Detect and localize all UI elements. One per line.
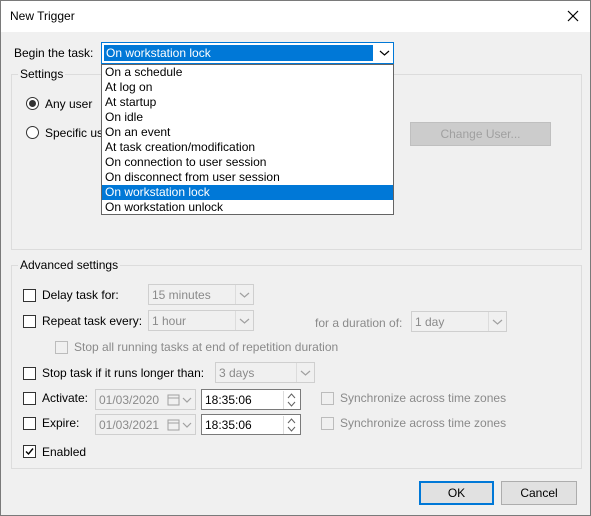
specific-user-radio[interactable] [26,126,39,139]
dropdown-option[interactable]: On disconnect from user session [102,170,393,185]
chevron-down-icon [296,363,311,382]
expire-sync-label: Synchronize across time zones [340,416,507,430]
enabled-checkbox[interactable] [23,445,36,458]
close-icon[interactable] [564,7,582,25]
dropdown-option[interactable]: At startup [102,95,393,110]
expire-date-value: 01/03/2021 [99,418,160,432]
duration-value: 1 day [415,315,445,329]
begin-task-selected-value: On workstation lock [104,45,373,61]
window-title: New Trigger [10,9,75,23]
dropdown-option[interactable]: On connection to user session [102,155,393,170]
dropdown-option[interactable]: On workstation lock [102,185,393,200]
new-trigger-dialog: New Trigger Begin the task: On workstati… [0,0,591,516]
activate-date-picker[interactable]: 01/03/2020 [95,389,196,410]
dropdown-option[interactable]: At log on [102,80,393,95]
advanced-settings-label: Advanced settings [18,258,121,272]
delay-task-select[interactable]: 15 minutes [148,284,254,305]
repeat-task-label: Repeat task every: [42,314,143,328]
dropdown-option[interactable]: On workstation unlock [102,200,393,215]
activate-label: Activate: [42,391,89,405]
any-user-label: Any user [45,97,93,111]
stop-longer-value: 3 days [219,366,255,380]
dropdown-option[interactable]: On idle [102,110,393,125]
dropdown-option[interactable]: At task creation/modification [102,140,393,155]
chevron-down-icon [182,422,192,428]
activate-sync-label: Synchronize across time zones [340,391,507,405]
repeat-task-select[interactable]: 1 hour [148,310,254,331]
chevron-down-icon [235,311,250,330]
expire-date-picker[interactable]: 01/03/2021 [95,414,196,435]
ok-button[interactable]: OK [419,481,494,505]
calendar-icon [167,394,180,406]
expire-sync-checkbox[interactable] [321,417,334,430]
settings-group-label: Settings [18,67,66,81]
calendar-icon [167,419,180,431]
delay-task-value: 15 minutes [152,288,211,302]
any-user-radio[interactable] [26,97,39,110]
chevron-down-icon [488,312,503,331]
activate-sync-checkbox[interactable] [321,392,334,405]
change-user-button[interactable]: Change User... [410,122,551,146]
begin-task-label: Begin the task: [14,46,94,60]
chevron-down-icon [379,50,390,56]
activate-time-value: 18:35:06 [205,393,252,407]
stop-all-tasks-label: Stop all running tasks at end of repetit… [74,340,339,354]
repeat-task-checkbox[interactable] [23,315,36,328]
activate-date-value: 01/03/2020 [99,393,160,407]
duration-select[interactable]: 1 day [411,311,507,332]
stop-longer-checkbox[interactable] [23,367,36,380]
ok-button-label: OK [447,486,466,500]
stop-all-tasks-checkbox[interactable] [55,341,68,354]
spinner-icon[interactable] [283,391,299,409]
checkmark-icon [25,448,34,456]
duration-label: for a duration of: [315,316,403,330]
title-bar: New Trigger [1,1,590,32]
cancel-button[interactable]: Cancel [501,481,577,505]
stop-longer-label: Stop task if it runs longer than: [42,366,205,380]
spinner-icon[interactable] [283,416,299,434]
expire-time-field[interactable]: 18:35:06 [201,414,301,435]
specific-user-label: Specific us [45,126,104,140]
dropdown-option[interactable]: On an event [102,125,393,140]
dropdown-option[interactable]: On a schedule [102,65,393,80]
expire-checkbox[interactable] [23,417,36,430]
delay-task-label: Delay task for: [42,288,119,302]
stop-longer-select[interactable]: 3 days [215,362,315,383]
delay-task-checkbox[interactable] [23,289,36,302]
change-user-button-label: Change User... [440,127,521,141]
chevron-down-icon [235,285,250,304]
cancel-button-label: Cancel [520,486,558,500]
chevron-down-icon [182,397,192,403]
activate-checkbox[interactable] [23,392,36,405]
repeat-task-value: 1 hour [152,314,187,328]
begin-task-select[interactable]: On workstation lock [101,42,394,64]
enabled-label: Enabled [42,445,87,459]
radio-selected-dot [29,100,36,107]
expire-time-value: 18:35:06 [205,418,252,432]
expire-label: Expire: [42,416,80,430]
activate-time-field[interactable]: 18:35:06 [201,389,301,410]
begin-task-dropdown-list[interactable]: On a schedule At log on At startup On idle O… [101,64,394,215]
